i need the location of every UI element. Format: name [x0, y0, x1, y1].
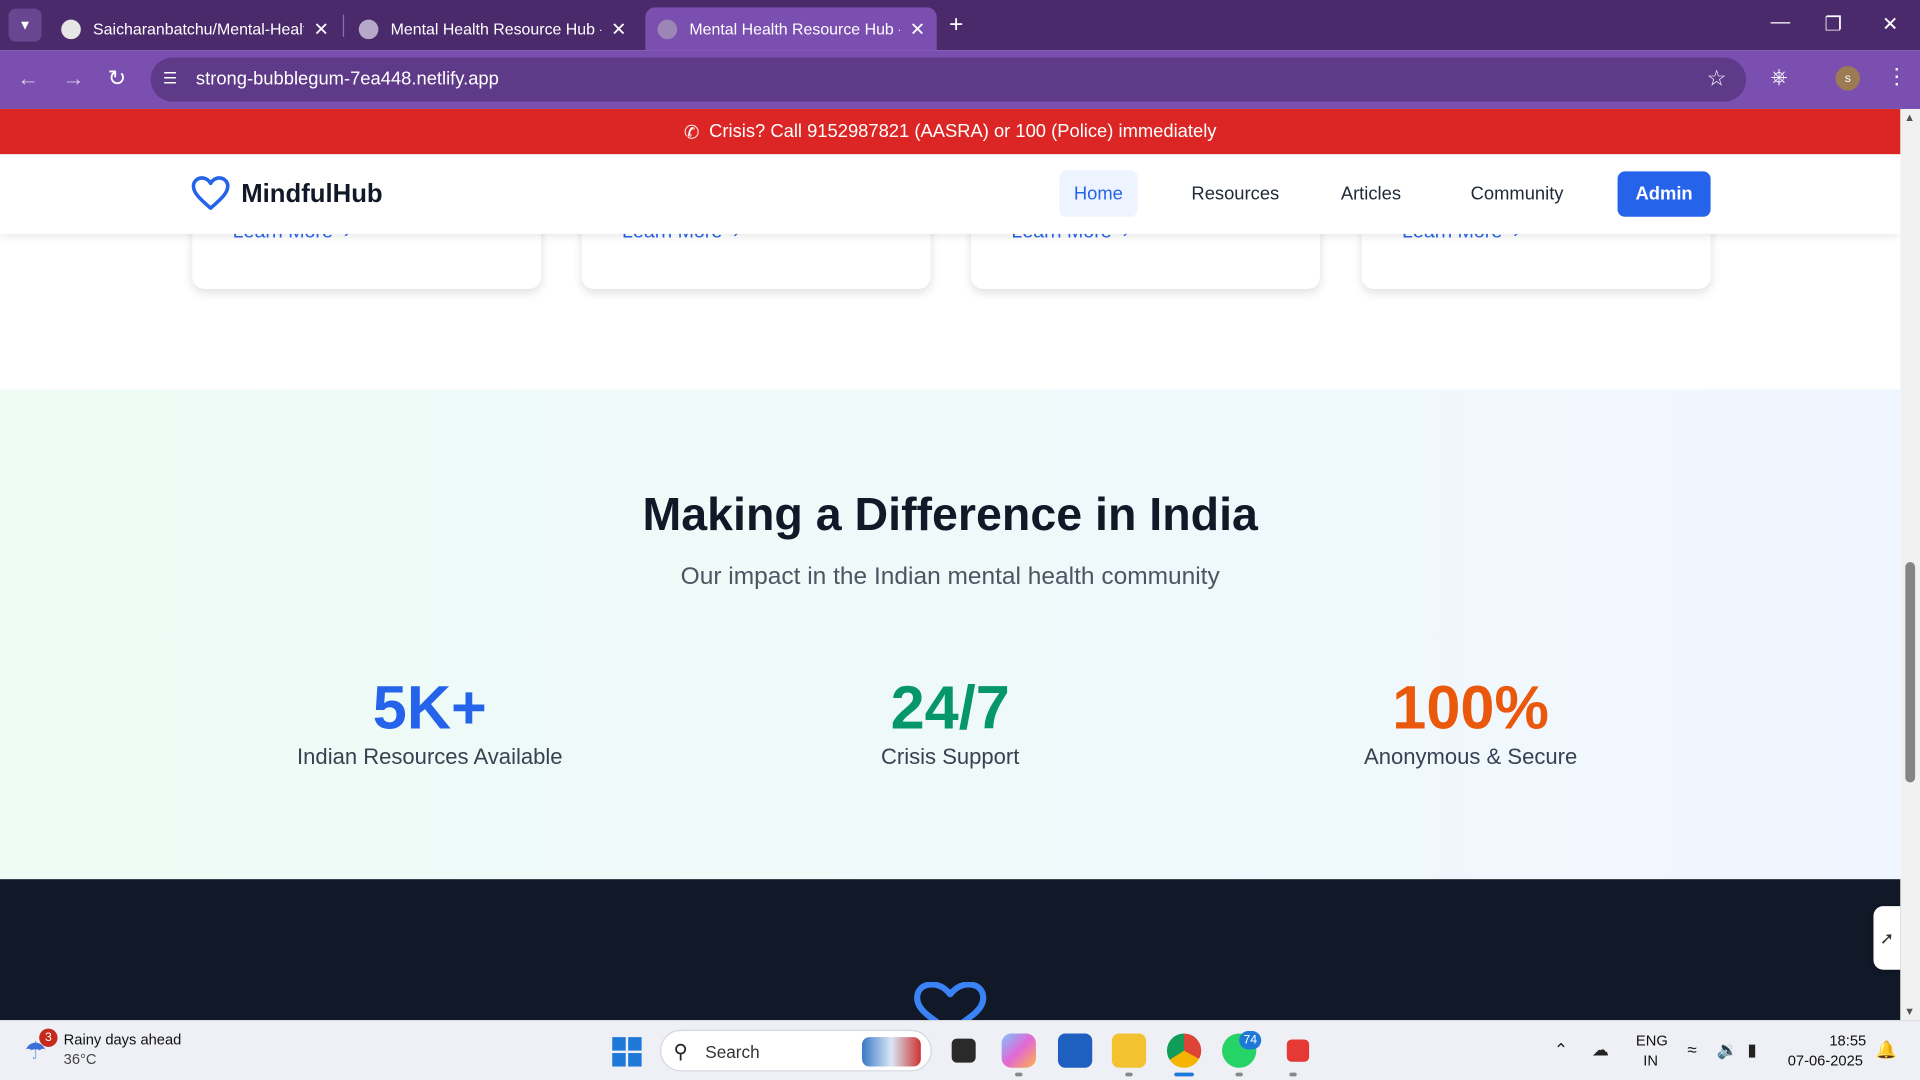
globe-icon: [657, 18, 678, 39]
app-icon-red[interactable]: [1286, 1039, 1310, 1062]
browser-tab-2[interactable]: Mental Health Resource Hub - S ✕: [347, 7, 637, 50]
close-icon[interactable]: ✕: [611, 18, 626, 40]
cloud-icon[interactable]: ☁: [1592, 1040, 1609, 1061]
bookmark-star-icon[interactable]: ☆: [1707, 66, 1727, 92]
stat-crisis-support: 24/7 Crisis Support: [767, 673, 1134, 770]
toolbar: ← → ↻ ☰ strong-bubblegum-7ea448.netlify.…: [0, 50, 1920, 109]
crisis-banner: ✆ Crisis? Call 9152987821 (AASRA) or 100…: [0, 108, 1901, 155]
tab-divider: [342, 14, 345, 37]
globe-icon: [358, 18, 379, 39]
running-indicator: [1015, 1072, 1023, 1077]
close-icon[interactable]: ✕: [910, 18, 925, 40]
site-footer: [0, 879, 1901, 1021]
browser-tab-3-active[interactable]: Mental Health Resource Hub - S ✕: [645, 7, 937, 51]
file-explorer-icon[interactable]: [1111, 1033, 1147, 1068]
running-indicator: [1235, 1072, 1243, 1077]
running-indicator: [1125, 1072, 1133, 1077]
weather-badge: 3: [39, 1028, 58, 1047]
side-panel-toggle-icon[interactable]: ➚: [1873, 906, 1901, 970]
weather-title[interactable]: Rainy days ahead: [64, 1031, 182, 1048]
task-view-icon[interactable]: [951, 1038, 976, 1063]
scrollbar-thumb[interactable]: [1905, 562, 1916, 783]
search-label: Search: [705, 1042, 760, 1062]
page-scrollbar[interactable]: ▲ ▼: [1900, 108, 1920, 1021]
site-info-icon[interactable]: ☰: [163, 69, 185, 91]
chevron-up-icon[interactable]: ⌃: [1554, 1040, 1568, 1061]
nav-community[interactable]: Community: [1456, 170, 1578, 217]
stat-anonymous: 100% Anonymous & Secure: [1287, 673, 1654, 770]
address-bar[interactable]: ☰ strong-bubblegum-7ea448.netlify.app ☆: [150, 57, 1747, 102]
browser-tab-1[interactable]: Saicharanbatchu/Mental-Health ✕: [49, 7, 339, 50]
whatsapp-badge: 74: [1239, 1031, 1262, 1050]
stat-value: 5K+: [372, 673, 487, 743]
heart-logo-icon[interactable]: [191, 175, 230, 212]
nav-home[interactable]: Home: [1059, 170, 1138, 217]
stat-label: Crisis Support: [880, 744, 1020, 769]
taskbar-search[interactable]: ⚲ Search: [660, 1029, 932, 1072]
window-close-icon[interactable]: ✕: [1882, 12, 1898, 36]
tab-title: Mental Health Resource Hub - S: [689, 19, 901, 38]
search-highlight-image: [862, 1037, 921, 1067]
chrome-icon[interactable]: [1166, 1033, 1202, 1068]
store-icon[interactable]: [1057, 1033, 1093, 1068]
extensions-icon[interactable]: ⎈: [1771, 65, 1788, 89]
stat-label: Indian Resources Available: [297, 744, 563, 769]
battery-icon[interactable]: ▮: [1747, 1040, 1756, 1061]
tab-search-chevron-icon[interactable]: ▼: [8, 8, 42, 42]
active-indicator: [1174, 1072, 1194, 1077]
close-icon[interactable]: ✕: [313, 18, 328, 40]
site-logo-text[interactable]: MindfulHub: [241, 180, 382, 209]
impact-subtitle: Our impact in the Indian mental health c…: [680, 563, 1220, 591]
wifi-icon[interactable]: ≈: [1687, 1040, 1696, 1060]
site-header: MindfulHub Home Resources Articles Commu…: [0, 154, 1901, 234]
tab-title: Saicharanbatchu/Mental-Health: [93, 19, 304, 38]
clock-time[interactable]: 18:55: [1829, 1032, 1866, 1049]
impact-title: Making a Difference in India: [642, 489, 1258, 542]
scroll-down-icon[interactable]: ▼: [1904, 1005, 1915, 1017]
windows-taskbar: ☂ 3 Rainy days ahead 36°C ⚲ Search 74 ⌃ …: [0, 1020, 1920, 1080]
stat-resources: 5K+ Indian Resources Available: [246, 673, 613, 770]
tab-title: Mental Health Resource Hub - S: [390, 19, 602, 38]
copilot-icon[interactable]: [1001, 1033, 1036, 1068]
clock-date[interactable]: 07-06-2025: [1788, 1052, 1863, 1069]
volume-icon[interactable]: 🔉: [1717, 1040, 1738, 1061]
impact-section: Making a Difference in India Our impact …: [0, 389, 1901, 880]
url-text[interactable]: strong-bubblegum-7ea448.netlify.app: [196, 69, 499, 90]
stat-value: 100%: [1392, 673, 1549, 743]
minimize-icon[interactable]: —: [1771, 12, 1791, 34]
footer-heart-icon: [914, 982, 987, 1021]
profile-avatar[interactable]: s: [1835, 66, 1861, 91]
notification-bell-icon[interactable]: 🔔: [1876, 1040, 1897, 1061]
tab-strip: ▼ Saicharanbatchu/Mental-Health ✕ Mental…: [0, 0, 1920, 51]
scroll-up-icon[interactable]: ▲: [1904, 111, 1915, 123]
restore-icon[interactable]: ❐: [1824, 12, 1842, 36]
nav-resources[interactable]: Resources: [1177, 170, 1294, 217]
page-viewport: ✆ Crisis? Call 9152987821 (AASRA) or 100…: [0, 108, 1901, 1021]
phone-icon: ✆: [683, 121, 700, 143]
back-icon[interactable]: ←: [17, 66, 39, 92]
windows-start-icon[interactable]: [612, 1037, 642, 1067]
stat-value: 24/7: [890, 673, 1010, 743]
menu-kebab-icon[interactable]: ⋮: [1886, 64, 1908, 90]
github-icon: [61, 18, 81, 39]
weather-temp[interactable]: 36°C: [64, 1051, 97, 1068]
new-tab-icon[interactable]: +: [949, 11, 963, 39]
crisis-text: Crisis? Call 9152987821 (AASRA) or 100 (…: [709, 121, 1217, 143]
search-icon: ⚲: [673, 1042, 688, 1063]
screen: ▼ Saicharanbatchu/Mental-Health ✕ Mental…: [0, 0, 1920, 1080]
stat-label: Anonymous & Secure: [1364, 744, 1578, 769]
forward-icon[interactable]: →: [62, 66, 84, 92]
admin-button[interactable]: Admin: [1617, 171, 1711, 217]
reload-icon[interactable]: ↻: [108, 66, 126, 92]
region-indicator[interactable]: IN: [1643, 1052, 1658, 1069]
running-indicator: [1289, 1072, 1297, 1077]
nav-articles[interactable]: Articles: [1326, 170, 1416, 217]
language-indicator[interactable]: ENG: [1636, 1032, 1668, 1049]
